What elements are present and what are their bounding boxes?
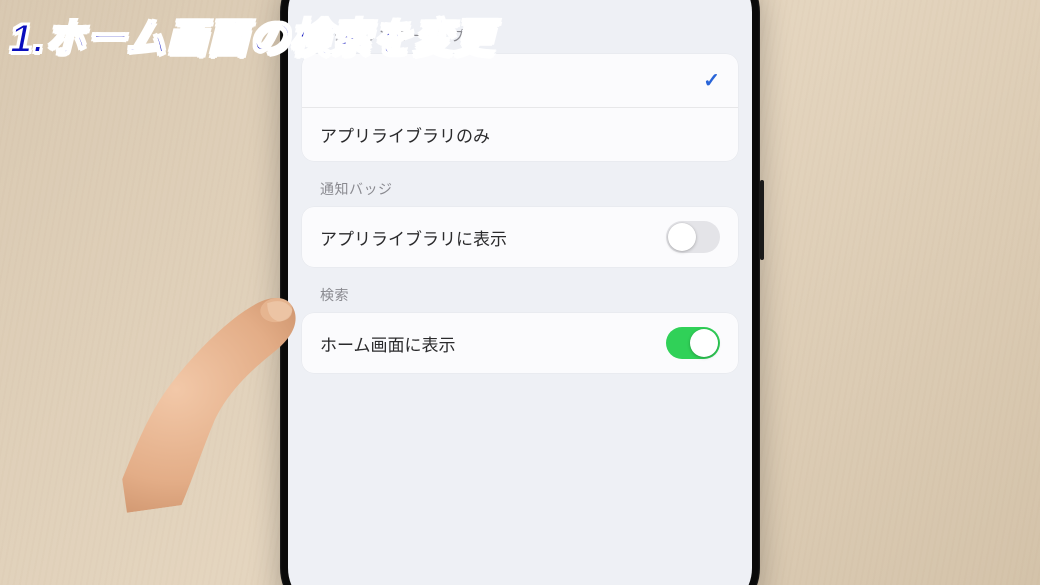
checkmark-icon: ✓: [703, 68, 720, 93]
option-add-to-home[interactable]: ✓: [302, 54, 738, 107]
option-app-library-only[interactable]: アプリライブラリのみ: [302, 107, 738, 161]
section-header-notification-badges: 通知バッジ: [302, 161, 738, 207]
row-show-in-app-library: アプリライブラリに表示: [302, 207, 738, 267]
row-show-on-home-screen: ホーム画面に表示: [302, 313, 738, 373]
group-new-downloads: ✓ アプリライブラリのみ: [302, 54, 738, 161]
row-show-on-home-screen-label: ホーム画面に表示: [320, 331, 456, 356]
row-show-in-app-library-label: アプリライブラリに表示: [320, 225, 507, 250]
settings-page: 新規ダウンロードアプリ ✓ アプリライブラリのみ 通知バッジ アプリライブラリに…: [288, 0, 752, 373]
toggle-show-in-app-library[interactable]: [666, 221, 720, 253]
toggle-show-on-home-screen[interactable]: [666, 327, 720, 359]
toggle-knob: [668, 223, 696, 251]
section-header-new-downloads: 新規ダウンロードアプリ: [302, 8, 738, 54]
option-app-library-only-label: アプリライブラリのみ: [320, 122, 490, 147]
section-header-search: 検索: [302, 267, 738, 313]
group-search: ホーム画面に表示: [302, 313, 738, 373]
group-notification-badges: アプリライブラリに表示: [302, 207, 738, 267]
toggle-knob: [690, 329, 718, 357]
phone-frame: 新規ダウンロードアプリ ✓ アプリライブラリのみ 通知バッジ アプリライブラリに…: [280, 0, 760, 585]
phone-screen: 新規ダウンロードアプリ ✓ アプリライブラリのみ 通知バッジ アプリライブラリに…: [288, 0, 752, 585]
